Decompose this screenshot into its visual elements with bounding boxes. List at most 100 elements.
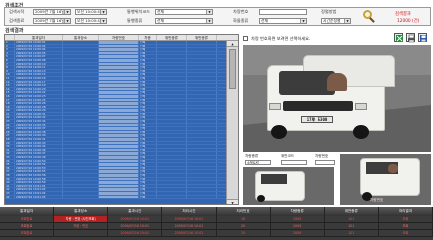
- table-cell: 2009/07/16 10:00:34: [15, 120, 63, 123]
- table-cell: 2009/07/16 10:00:53: [15, 166, 63, 170]
- results-column-header[interactable]: 통과일자: [15, 35, 63, 40]
- table-cell: [63, 188, 99, 191]
- table-cell: 전체: [139, 116, 157, 120]
- results-column-header[interactable]: [5, 35, 15, 40]
- table-cell: [187, 41, 217, 44]
- table-cell: 31: [5, 148, 15, 152]
- status-cell: 2009: [271, 230, 325, 236]
- status-row[interactable]: 조회완료 2009/07/16 10:01 2009/07/16 10:01 15 20…: [0, 230, 433, 237]
- save-icon[interactable]: [418, 33, 427, 42]
- table-cell: [63, 69, 99, 73]
- table-cell: 2009/07/16 10:00:46: [15, 148, 63, 152]
- table-cell: [157, 138, 187, 141]
- table-cell: [157, 44, 187, 48]
- table-cell: [157, 188, 187, 191]
- results-list[interactable]: 통과일자 통과장소 차량번호 차종 위반종류 위반종류 1 2009/07/16 10:00…: [4, 34, 239, 205]
- print-icon[interactable]: [406, 33, 415, 43]
- table-cell: [99, 91, 139, 94]
- thumb-owner-label: 차량번호: [370, 198, 384, 202]
- status-column-header[interactable]: 통과일자: [0, 207, 55, 216]
- table-row[interactable]: 44 2009/07/16 10:01:05 전체: [5, 195, 227, 200]
- start-date-picker[interactable]: 2009년 7월 16일: [33, 9, 71, 15]
- table-cell: [63, 94, 99, 98]
- table-cell: [63, 166, 99, 170]
- status-column-header[interactable]: 위반종류: [325, 207, 379, 216]
- results-column-header[interactable]: 차량번호: [99, 35, 139, 40]
- cargo-select[interactable]: 전체: [259, 18, 307, 24]
- table-cell: 3: [5, 48, 15, 51]
- table-cell: [99, 94, 139, 98]
- status-cell: 2009/07/16 10:01: [108, 216, 163, 222]
- table-cell: 2009/07/16 10:01:04: [15, 191, 63, 195]
- show-plate-checkbox[interactable]: [243, 36, 248, 41]
- vehicle-photo-thumb-left[interactable]: [243, 167, 334, 205]
- status-cell: 차량 : 번호 (사진조회): [54, 216, 109, 222]
- wheel-left: [271, 125, 287, 139]
- table-cell: [187, 152, 217, 155]
- table-cell: 전체: [139, 48, 157, 51]
- status-cell: 2009: [271, 223, 325, 229]
- table-cell: [99, 184, 139, 188]
- table-cell: [63, 152, 99, 155]
- status-column-header[interactable]: 통과시간: [108, 207, 163, 216]
- scroll-up-icon[interactable]: ▲: [227, 41, 238, 47]
- results-scrollbar[interactable]: ▲ ▼: [226, 41, 238, 204]
- status-row[interactable]: 조회완료 차량 : 번호 (사진조회) 2009/07/16 10:01 2009/0…: [0, 216, 433, 223]
- status-column-header[interactable]: 처리결과: [379, 207, 433, 216]
- table-cell: [187, 127, 217, 130]
- results-column-header[interactable]: 위반종류: [157, 35, 187, 40]
- table-cell: [157, 156, 187, 159]
- scroll-thumb[interactable]: [229, 49, 236, 89]
- status-cell: 2009/07/16 10:01: [108, 230, 163, 236]
- status-cell: [54, 230, 109, 236]
- status-row[interactable]: 조회완료 차량 : 번호 2009/07/16 10:01 2009/07/16 10…: [0, 223, 433, 230]
- vehicle-photo-thumb-right[interactable]: 차량번호: [340, 154, 431, 205]
- table-cell: 2009/07/16 10:00:11: [15, 66, 63, 69]
- table-cell: [63, 41, 99, 44]
- results-column-header[interactable]: 위반종류: [187, 35, 217, 40]
- table-cell: 2009/07/16 10:00:50: [15, 159, 63, 163]
- results-rows[interactable]: 1 2009/07/16 10:00:01 전체 2 2009/07/16 10:00:…: [5, 41, 227, 204]
- table-cell: [187, 116, 217, 120]
- excel-export-icon[interactable]: [394, 33, 403, 42]
- status-column-header[interactable]: 처리번호: [217, 207, 271, 216]
- results-column-header[interactable]: 차종: [139, 35, 157, 40]
- table-cell: 전체: [139, 98, 157, 102]
- search-button[interactable]: [362, 9, 376, 23]
- table-cell: 전체: [139, 152, 157, 155]
- end-time-picker[interactable]: 오전 10:00:47: [75, 18, 107, 24]
- table-cell: [187, 58, 217, 62]
- table-cell: [157, 120, 187, 123]
- table-cell: 전체: [139, 156, 157, 159]
- location-select[interactable]: 전체: [155, 9, 213, 15]
- sort-select[interactable]: 시간순정렬: [321, 18, 351, 24]
- pass-type-select[interactable]: 전체: [155, 18, 213, 24]
- table-cell: [63, 163, 99, 166]
- table-cell: [63, 159, 99, 163]
- vehicle-photo-main[interactable]: 17루 5300: [243, 45, 431, 152]
- scroll-down-icon[interactable]: ▼: [227, 199, 238, 204]
- status-column-header[interactable]: 처리시간: [162, 207, 217, 216]
- start-time-picker[interactable]: 오전 10:00:47: [75, 9, 107, 15]
- status-column-header[interactable]: 통과장소: [54, 207, 109, 216]
- status-table-rows[interactable]: 조회완료 차량 : 번호 (사진조회) 2009/07/16 10:01 2009/0…: [0, 216, 433, 237]
- table-cell: [99, 130, 139, 134]
- table-cell: 전체: [139, 66, 157, 69]
- plate-input[interactable]: [259, 9, 307, 15]
- table-cell: [63, 44, 99, 48]
- table-cell: 13: [5, 84, 15, 87]
- table-cell: [187, 94, 217, 98]
- start-label: 검색시작: [9, 9, 25, 14]
- table-cell: [157, 163, 187, 166]
- table-cell: [63, 48, 99, 51]
- table-cell: [187, 80, 217, 84]
- status-table[interactable]: 통과일자 통과장소 통과시간 처리시간 처리번호 차량종류 위반종류 처리결과 조회완료 차량 …: [0, 207, 433, 240]
- end-date-picker[interactable]: 2009년 7월 16일: [33, 18, 71, 24]
- location-label: 통행위치코드: [127, 9, 151, 14]
- table-cell: 7: [5, 62, 15, 66]
- results-column-header[interactable]: 통과장소: [63, 35, 99, 40]
- table-cell: [63, 120, 99, 123]
- status-column-header[interactable]: 차량종류: [271, 207, 325, 216]
- table-cell: [63, 127, 99, 130]
- table-cell: [63, 134, 99, 138]
